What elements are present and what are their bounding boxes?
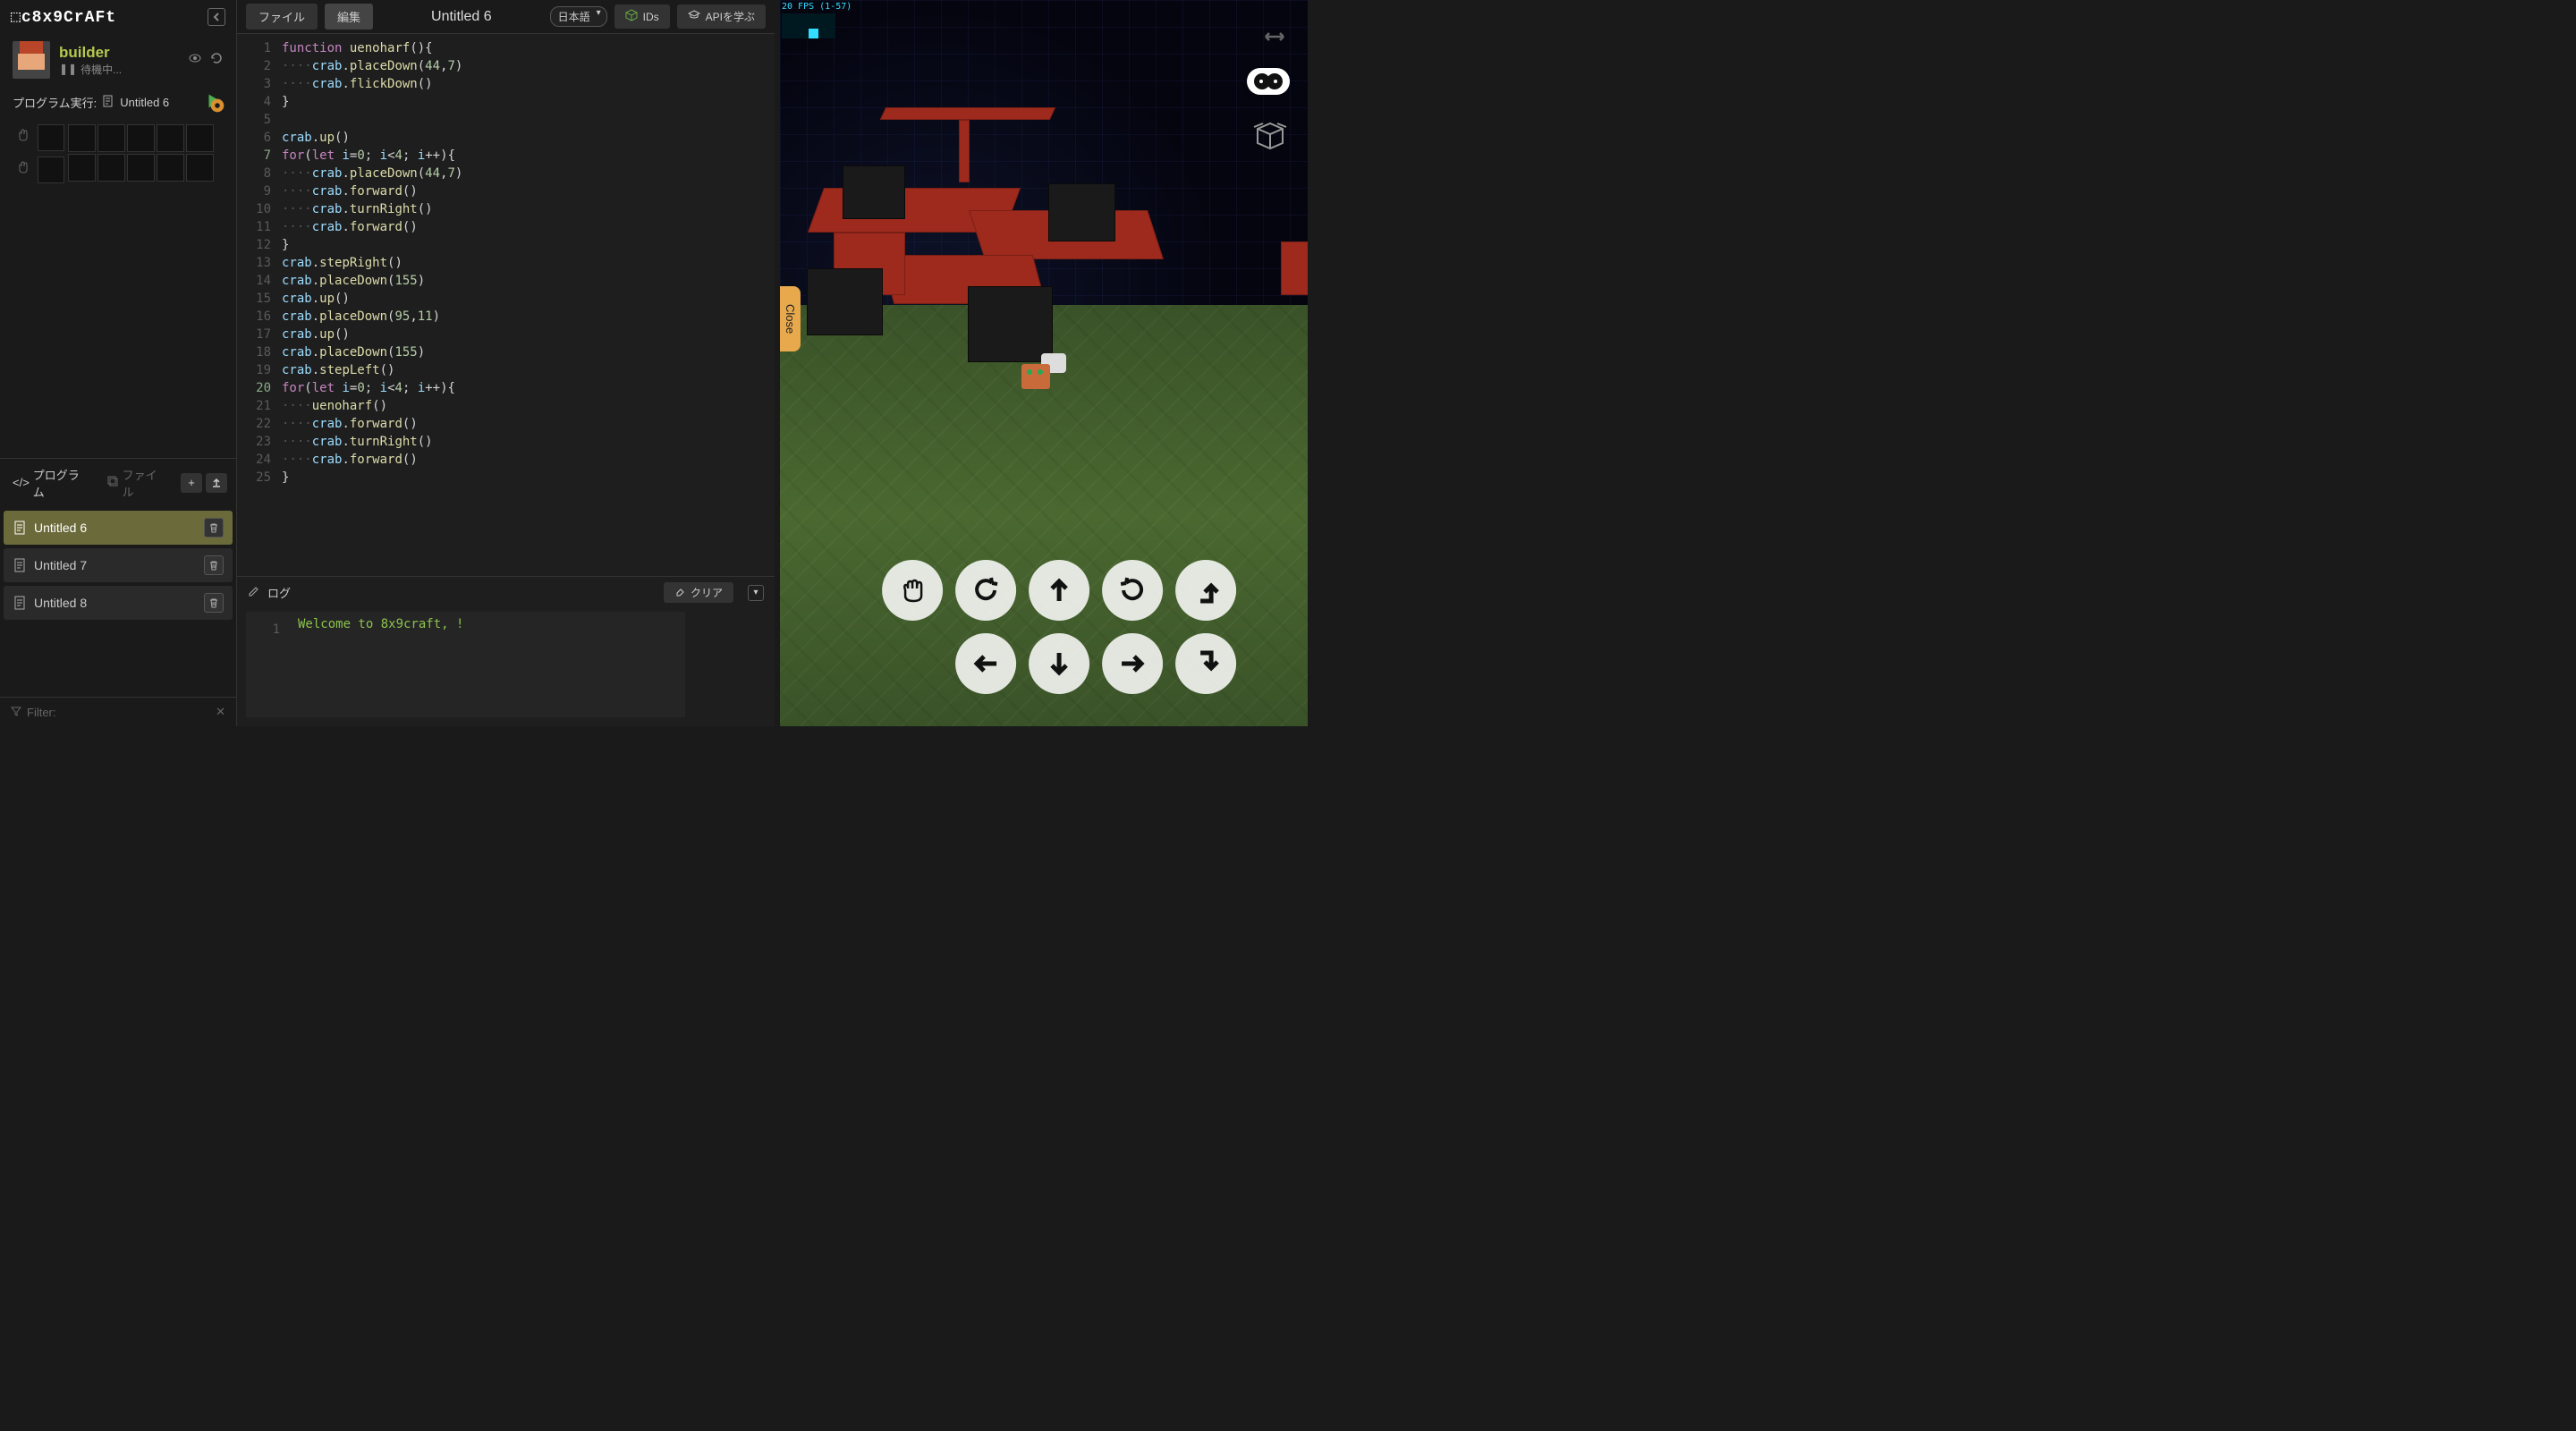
top-menu-bar: ファイル 編集 Untitled 6 日本語 IDs APIを学ぶ <box>237 0 775 34</box>
grab-button[interactable] <box>882 560 943 621</box>
filter-icon <box>11 706 21 719</box>
cube-icon <box>625 9 638 24</box>
sidebar: ⬚c8x9CrAFt builder ❚❚ 待機中... <box>0 0 237 726</box>
code-editor[interactable]: 1234567891011121314151617181920212223242… <box>237 34 775 576</box>
file-icon <box>13 596 27 610</box>
inventory-slot[interactable] <box>97 124 125 152</box>
tab-files[interactable]: ファイル <box>103 462 172 504</box>
hand-icon <box>13 157 34 178</box>
inventory-slot[interactable] <box>186 154 214 182</box>
exec-file-name: Untitled 6 <box>120 96 169 109</box>
pause-icon: ❚❚ <box>59 63 77 75</box>
level-down-button[interactable] <box>1175 633 1236 694</box>
delete-file-button[interactable] <box>204 555 224 575</box>
log-title: ログ <box>267 584 291 601</box>
eye-icon[interactable] <box>188 51 202 70</box>
run-button[interactable] <box>204 91 224 114</box>
builder-name: builder <box>59 44 179 62</box>
gamepad-button[interactable] <box>1247 68 1290 95</box>
close-panel-tab[interactable]: Close <box>780 286 801 351</box>
hand-icon <box>13 124 34 146</box>
inventory-slot[interactable] <box>157 124 184 152</box>
up-button[interactable] <box>1029 560 1089 621</box>
log-message: Welcome to 8x9craft, ! <box>289 617 463 646</box>
tab-programs[interactable]: </> プログラム <box>9 462 94 504</box>
file-name: Untitled 8 <box>34 596 197 610</box>
filter-clear-button[interactable]: ✕ <box>216 705 225 719</box>
inventory-slot[interactable] <box>68 154 96 182</box>
inventory-slot[interactable] <box>38 124 64 151</box>
fps-counter: 20 FPS (1-57) <box>782 2 852 38</box>
sidebar-collapse-button[interactable] <box>208 8 225 26</box>
inventory-slot[interactable] <box>157 154 184 182</box>
inventory-slot[interactable] <box>97 154 125 182</box>
file-item[interactable]: Untitled 8 <box>4 586 233 620</box>
inventory <box>0 119 236 189</box>
inventory-slot[interactable] <box>127 124 155 152</box>
filter-label: Filter: <box>27 706 56 719</box>
fps-graph <box>782 13 835 38</box>
viewport-3d[interactable]: 20 FPS (1-57) Close <box>780 0 1308 726</box>
rotate-right-button[interactable] <box>1102 560 1163 621</box>
menu-file[interactable]: ファイル <box>246 4 318 30</box>
document-title: Untitled 6 <box>380 9 543 25</box>
file-item[interactable]: Untitled 6 <box>4 511 233 545</box>
dpad-controls <box>882 560 1241 699</box>
code-icon: </> <box>13 476 30 489</box>
inventory-slot[interactable] <box>186 124 214 152</box>
learn-api-button[interactable]: APIを学ぶ <box>677 4 766 29</box>
ids-button[interactable]: IDs <box>614 4 670 29</box>
log-collapse-button[interactable]: ▾ <box>748 585 764 601</box>
app-logo: ⬚c8x9CrAFt <box>11 7 116 27</box>
language-select[interactable]: 日本語 <box>550 6 607 27</box>
gear-icon <box>208 96 227 115</box>
left-button[interactable] <box>955 633 1016 694</box>
exec-label: プログラム実行: <box>13 94 97 111</box>
file-name: Untitled 6 <box>34 521 197 535</box>
level-up-button[interactable] <box>1175 560 1236 621</box>
resize-horizontal-icon[interactable] <box>1259 21 1290 52</box>
rotate-left-button[interactable] <box>955 560 1016 621</box>
file-icon <box>102 95 114 110</box>
delete-file-button[interactable] <box>204 518 224 538</box>
builder-avatar <box>13 41 50 79</box>
graduation-icon <box>688 9 700 24</box>
log-panel: ログ クリア ▾ 1 Welcome to 8x9craft, ! <box>237 576 775 726</box>
edit-icon <box>248 585 260 600</box>
file-icon <box>13 521 27 535</box>
editor-column: ファイル 編集 Untitled 6 日本語 IDs APIを学ぶ 123456… <box>237 0 775 726</box>
copy-icon <box>106 475 119 490</box>
down-button[interactable] <box>1029 633 1089 694</box>
file-icon <box>13 558 27 572</box>
refresh-icon[interactable] <box>209 51 224 70</box>
inventory-slot[interactable] <box>127 154 155 182</box>
file-item[interactable]: Untitled 7 <box>4 548 233 582</box>
eraser-icon <box>674 586 685 599</box>
package-icon[interactable] <box>1250 116 1290 152</box>
file-name: Untitled 7 <box>34 558 197 572</box>
menu-edit[interactable]: 編集 <box>325 4 373 30</box>
delete-file-button[interactable] <box>204 593 224 613</box>
right-button[interactable] <box>1102 633 1163 694</box>
builder-status: ❚❚ 待機中... <box>59 62 179 77</box>
inventory-slot[interactable] <box>68 124 96 152</box>
log-clear-button[interactable]: クリア <box>664 582 733 603</box>
add-file-button[interactable]: + <box>181 473 202 493</box>
inventory-slot[interactable] <box>38 157 64 183</box>
upload-button[interactable] <box>206 473 227 493</box>
